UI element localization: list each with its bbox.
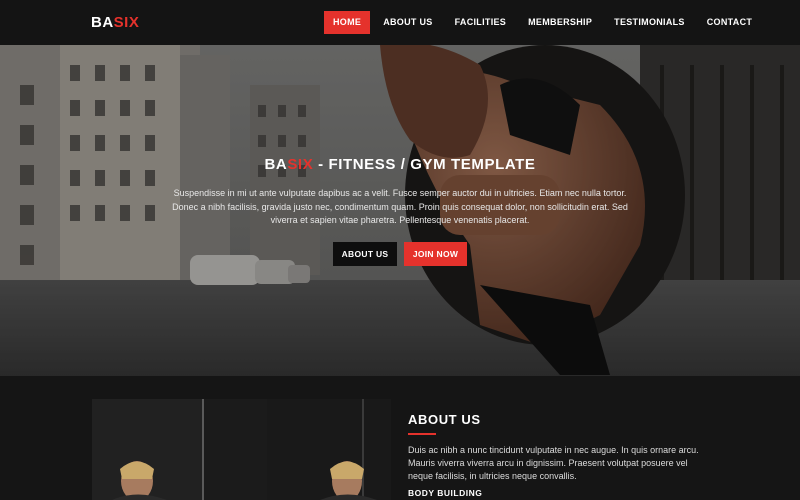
logo-part-1: BA xyxy=(91,14,114,31)
top-navbar: BASIX HOME ABOUT US FACILITIES MEMBERSHI… xyxy=(0,0,800,45)
nav-item-contact[interactable]: CONTACT xyxy=(698,11,761,34)
about-subheading: BODY BUILDING xyxy=(408,488,483,498)
join-now-button[interactable]: JOIN NOW xyxy=(404,242,467,266)
nav-item-testimonials[interactable]: TESTIMONIALS xyxy=(605,11,694,34)
hero-description: Suspendisse in mi ut ante vulputate dapi… xyxy=(172,188,628,225)
hero-title: BASIX - FITNESS / GYM TEMPLATE xyxy=(0,156,800,173)
main-menu: HOME ABOUT US FACILITIES MEMBERSHIP TEST… xyxy=(324,11,765,34)
nav-item-membership[interactable]: MEMBERSHIP xyxy=(519,11,601,34)
about-us-button[interactable]: ABOUT US xyxy=(333,242,397,266)
nav-item-home[interactable]: HOME xyxy=(324,11,371,34)
nav-item-facilities[interactable]: FACILITIES xyxy=(446,11,516,34)
about-title-underline xyxy=(408,433,436,435)
hero-title-rest: - FITNESS / GYM TEMPLATE xyxy=(313,156,536,173)
about-title: ABOUT US xyxy=(408,412,481,427)
hero-title-part-2: SIX xyxy=(287,156,314,173)
site-logo[interactable]: BASIX xyxy=(91,14,139,31)
hero-title-part-1: BA xyxy=(264,156,288,173)
about-section: ABOUT US Duis ac nibh a nunc tincidunt v… xyxy=(0,376,800,500)
about-image xyxy=(92,399,391,500)
about-gym-photo xyxy=(92,399,391,500)
about-description: Duis ac nibh a nunc tincidunt vulputate … xyxy=(408,445,699,481)
logo-part-2: SIX xyxy=(113,14,140,31)
hero-section: BASIX - FITNESS / GYM TEMPLATE Suspendis… xyxy=(0,45,800,376)
nav-item-about-us[interactable]: ABOUT US xyxy=(374,11,441,34)
